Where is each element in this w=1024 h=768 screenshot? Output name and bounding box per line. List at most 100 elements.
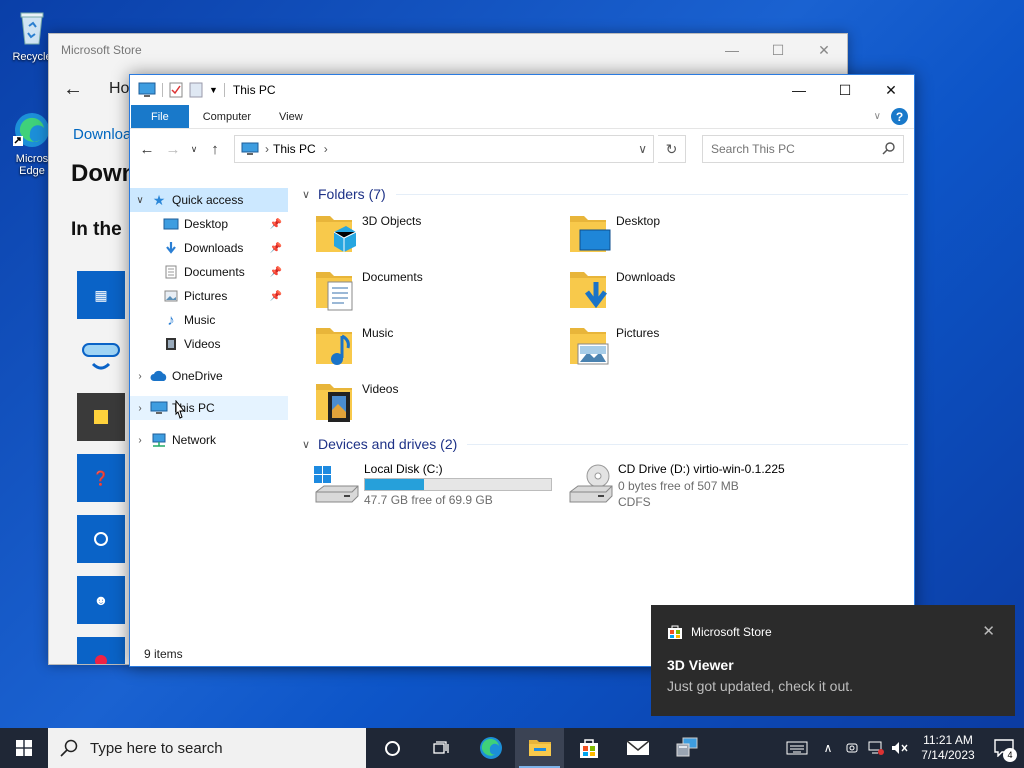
app-tile-cortana[interactable]: [77, 515, 125, 563]
collapse-chevron-icon[interactable]: ∨: [302, 438, 318, 451]
drive-cd-d[interactable]: CD Drive (D:) virtio-win-0.1.225 0 bytes…: [566, 462, 820, 509]
up-arrow-icon[interactable]: ↑: [204, 141, 226, 158]
help-icon[interactable]: ?: [891, 108, 908, 125]
ribbon-tab-view[interactable]: View: [265, 105, 317, 128]
clock[interactable]: 11:21 AM 7/14/2023: [912, 733, 984, 763]
folder-pictures[interactable]: Pictures: [566, 322, 820, 378]
nav-item-this-pc[interactable]: › This PC: [130, 396, 288, 420]
folder-documents[interactable]: Documents: [312, 266, 566, 322]
task-view-icon: [432, 741, 449, 754]
collapse-chevron-icon[interactable]: ∨: [130, 195, 150, 206]
nav-item-videos[interactable]: Videos: [130, 332, 288, 356]
address-bar[interactable]: › This PC › ∨: [234, 135, 654, 163]
ribbon-tab-file[interactable]: File: [131, 105, 189, 128]
minimize-button[interactable]: —: [709, 34, 755, 66]
sticky-note-icon: [94, 410, 108, 424]
store-downloads-link[interactable]: Downloa: [73, 126, 131, 143]
refresh-icon[interactable]: ↻: [658, 135, 686, 163]
folder-videos[interactable]: Videos: [312, 378, 566, 434]
pin-icon[interactable]: 📌: [270, 243, 282, 254]
folders-group-header[interactable]: ∨ Folders (7): [298, 182, 914, 206]
folder-downloads[interactable]: Downloads: [566, 266, 820, 322]
app-tile-calculator[interactable]: ▦: [77, 271, 125, 319]
app-tile-tips[interactable]: ❓: [77, 454, 125, 502]
breadcrumb-chevron-icon[interactable]: ›: [265, 142, 269, 156]
close-icon[interactable]: ✕: [982, 622, 995, 640]
taskbar-search-box[interactable]: Type here to search: [48, 728, 366, 768]
maximize-button[interactable]: ☐: [822, 75, 868, 105]
search-input[interactable]: [711, 142, 871, 156]
new-folder-icon[interactable]: [189, 82, 203, 98]
back-arrow-icon[interactable]: ←: [136, 141, 158, 158]
network-disconnected-icon[interactable]: [864, 728, 888, 768]
nav-item-downloads[interactable]: Downloads 📌: [130, 236, 288, 260]
taskbar-network-app[interactable]: [662, 728, 711, 768]
drives-group-header[interactable]: ∨ Devices and drives (2): [298, 432, 914, 456]
breadcrumb-this-pc[interactable]: This PC: [273, 142, 316, 156]
taskbar-file-explorer[interactable]: [515, 728, 564, 768]
drive-name: Local Disk (C:): [364, 462, 443, 476]
nav-item-network[interactable]: › Network: [130, 428, 288, 452]
pin-icon[interactable]: 📌: [270, 291, 282, 302]
desktop-icon: [162, 216, 180, 232]
nav-item-documents[interactable]: Documents 📌: [130, 260, 288, 284]
properties-icon[interactable]: [169, 82, 183, 98]
ribbon-tab-computer[interactable]: Computer: [189, 105, 265, 128]
taskbar-microsoft-store[interactable]: [564, 728, 613, 768]
expand-ribbon-icon[interactable]: ∨: [874, 111, 881, 122]
network-icon: [150, 432, 168, 448]
start-button[interactable]: [0, 728, 48, 768]
expand-chevron-icon[interactable]: ›: [130, 435, 150, 446]
recent-locations-chevron-icon[interactable]: ∨: [188, 144, 200, 155]
file-explorer-window[interactable]: ▼ This PC — ☐ ✕ File Computer View ∨ ? ←…: [129, 74, 915, 667]
close-button[interactable]: ✕: [801, 34, 847, 66]
app-tile-people[interactable]: ☻: [77, 576, 125, 624]
address-dropdown-icon[interactable]: ∨: [638, 142, 647, 156]
explorer-title: This PC: [232, 83, 276, 97]
collapse-chevron-icon[interactable]: ∨: [302, 188, 318, 201]
search-box[interactable]: [702, 135, 904, 163]
search-placeholder: Type here to search: [90, 739, 223, 757]
nav-item-onedrive[interactable]: › OneDrive: [130, 364, 288, 388]
pin-icon[interactable]: 📌: [270, 267, 282, 278]
chevron-up-icon[interactable]: ∧: [816, 728, 840, 768]
breadcrumb-chevron-icon[interactable]: ›: [324, 142, 328, 156]
toast-notification[interactable]: Microsoft Store ✕ 3D Viewer Just got upd…: [651, 605, 1015, 716]
app-tile-sticky-notes[interactable]: [77, 393, 125, 441]
store-home-tab[interactable]: Ho: [109, 80, 129, 98]
volume-muted-icon[interactable]: [888, 728, 912, 768]
back-arrow-icon[interactable]: ←: [63, 78, 83, 101]
cortana-button[interactable]: [368, 728, 417, 768]
taskbar-edge[interactable]: [466, 728, 515, 768]
toast-title: 3D Viewer: [667, 657, 734, 673]
drive-local-disk-c[interactable]: Local Disk (C:) 47.7 GB free of 69.9 GB: [312, 462, 566, 509]
customize-qat-icon[interactable]: ▼: [209, 85, 218, 95]
edge-icon: [479, 737, 502, 759]
app-tile-mixed-reality[interactable]: [77, 332, 125, 380]
folder-3d-objects[interactable]: 3D Objects: [312, 210, 566, 266]
folder-music[interactable]: Music: [312, 322, 566, 378]
computer-icon: [138, 82, 156, 97]
nav-item-pictures[interactable]: Pictures 📌: [130, 284, 288, 308]
keyboard-icon[interactable]: [778, 728, 816, 768]
expand-chevron-icon[interactable]: ›: [130, 371, 150, 382]
taskbar-mail[interactable]: [613, 728, 662, 768]
pin-icon[interactable]: 📌: [270, 219, 282, 230]
nav-item-music[interactable]: ♪ Music: [130, 308, 288, 332]
folder-desktop[interactable]: Desktop: [566, 210, 820, 266]
store-title: Microsoft Store: [61, 43, 142, 57]
folder-label: 3D Objects: [362, 214, 422, 228]
nav-item-desktop[interactable]: Desktop 📌: [130, 212, 288, 236]
maximize-button[interactable]: ☐: [755, 34, 801, 66]
app-tile-camera[interactable]: [77, 637, 125, 664]
expand-chevron-icon[interactable]: ›: [130, 403, 150, 414]
action-center-button[interactable]: 4: [984, 728, 1024, 768]
usb-device-icon[interactable]: [840, 728, 864, 768]
minimize-button[interactable]: —: [776, 75, 822, 105]
documents-folder-icon: [316, 272, 353, 311]
windows-logo-icon: [16, 740, 32, 756]
task-view-button[interactable]: [417, 728, 466, 768]
close-button[interactable]: ✕: [868, 75, 914, 105]
nav-item-quick-access[interactable]: ∨ ★ Quick access: [130, 188, 288, 212]
forward-arrow-icon[interactable]: →: [162, 141, 184, 158]
